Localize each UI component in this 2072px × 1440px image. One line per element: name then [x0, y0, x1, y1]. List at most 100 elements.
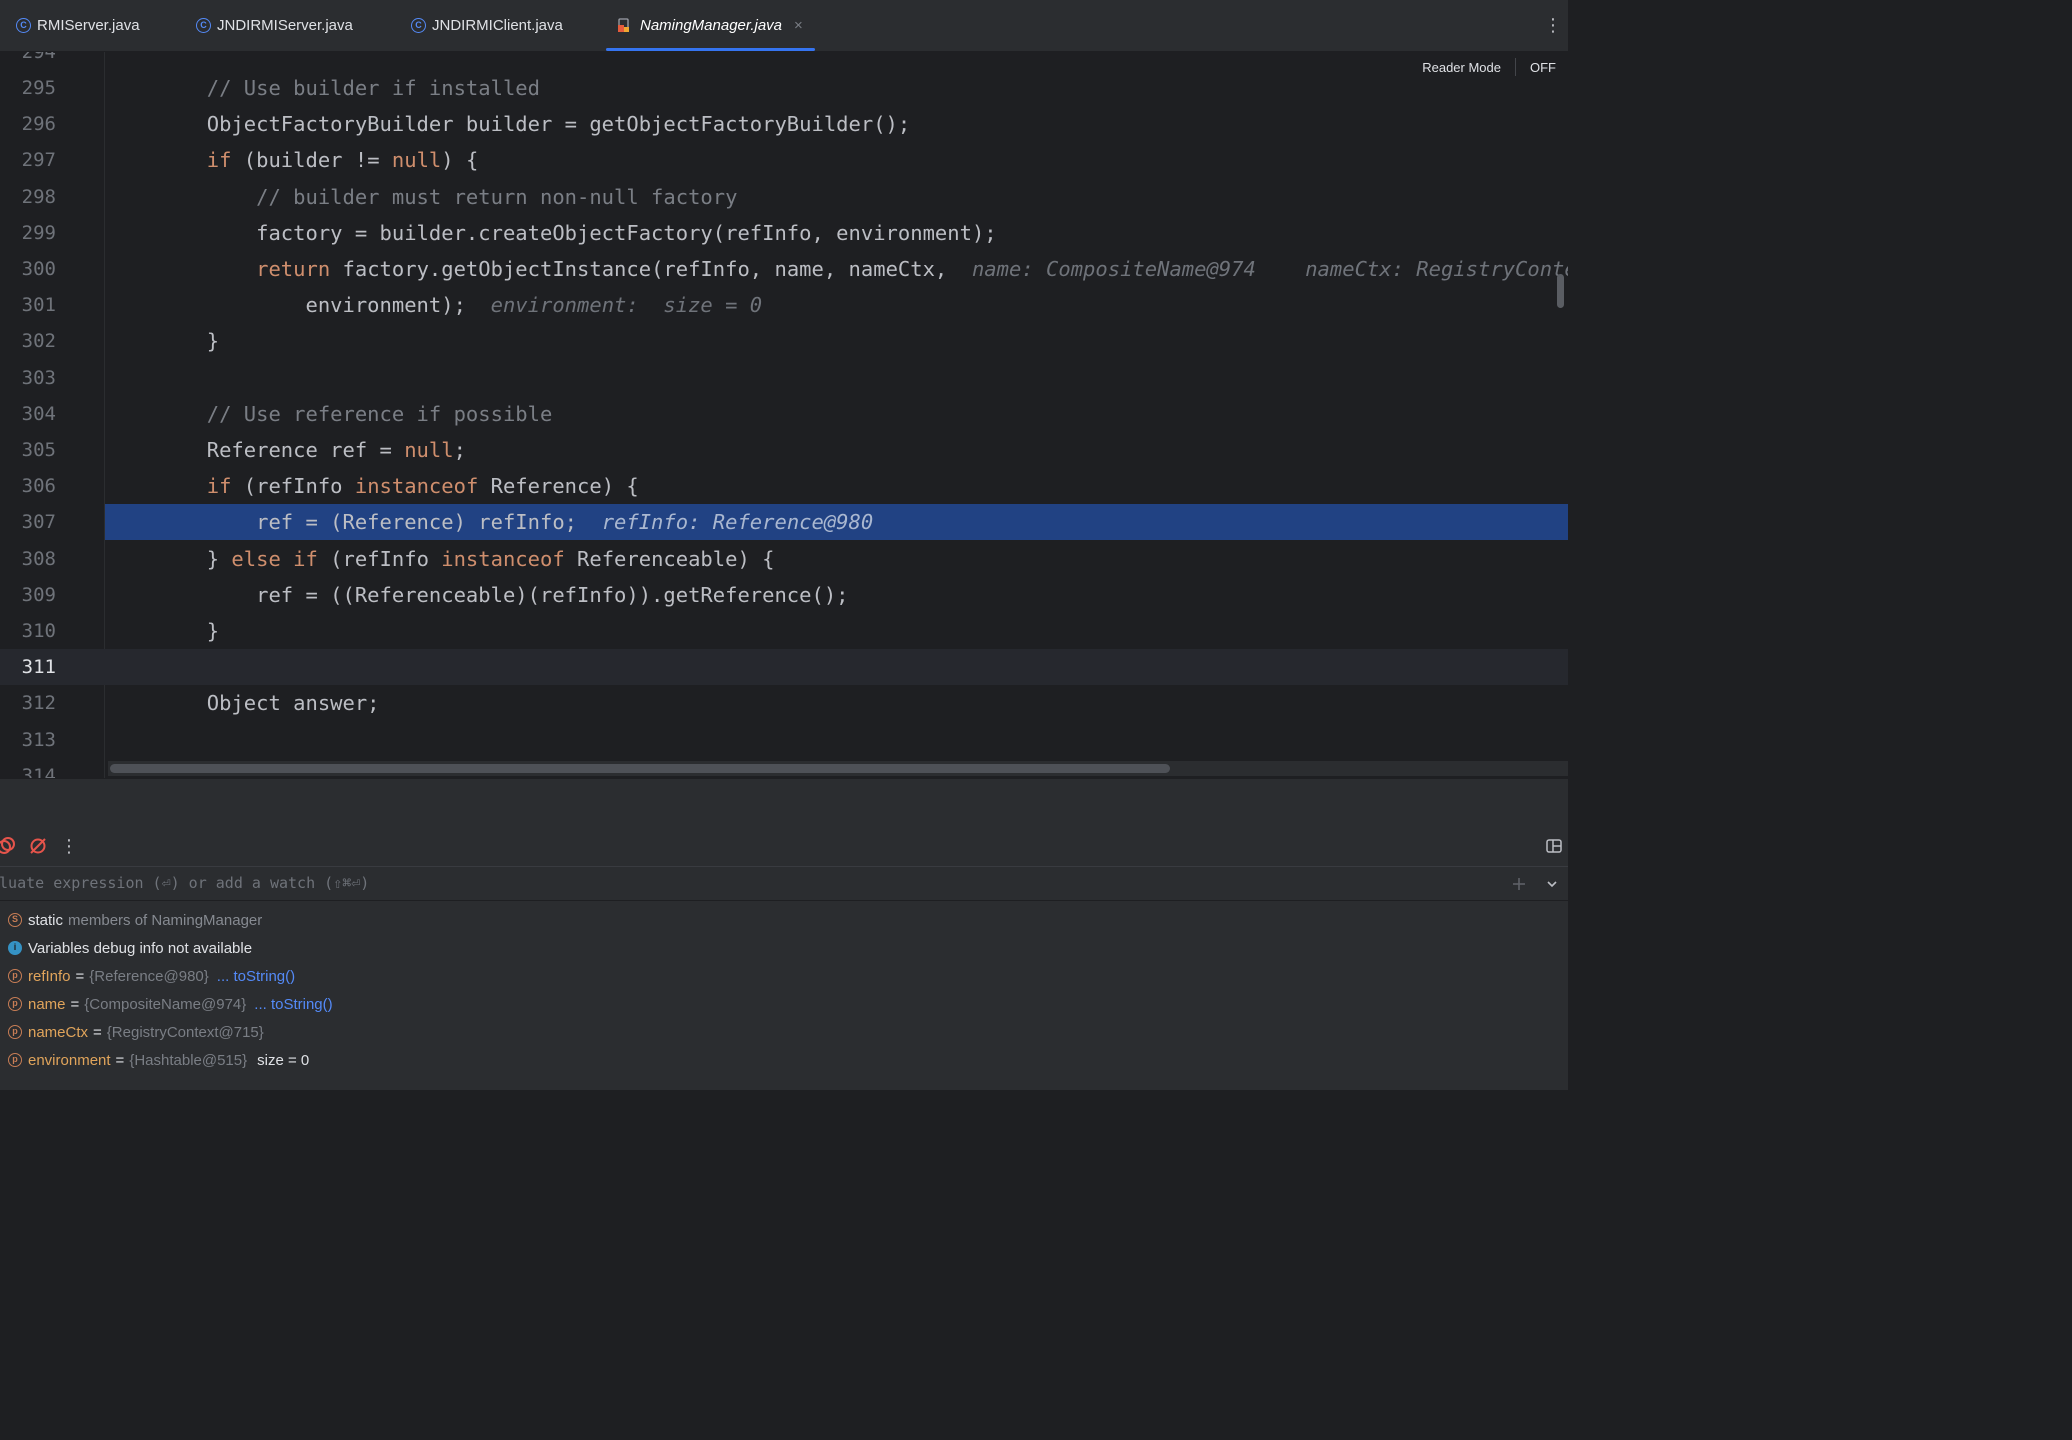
static-badge-icon: S	[8, 913, 22, 927]
code-editor[interactable]: 294 295 // Use builder if installed 296 O…	[0, 52, 1568, 778]
line-number[interactable]: 296	[0, 106, 56, 142]
variable-name: nameCtx	[28, 1023, 89, 1041]
line-number[interactable]: 311	[0, 649, 56, 685]
more-icon[interactable]: ⋮	[59, 836, 79, 856]
code-line[interactable]: 306 if (refInfo instanceof Reference) {	[0, 468, 1568, 504]
code-line[interactable]: 302 }	[0, 323, 1568, 359]
line-number[interactable]: 299	[0, 215, 56, 251]
code-line[interactable]: 298 // builder must return non-null fact…	[0, 179, 1568, 215]
line-number[interactable]: 308	[0, 541, 56, 577]
code-text[interactable]: }	[108, 613, 1568, 649]
code-text[interactable]: // Use reference if possible	[108, 396, 1568, 432]
variable-namectx[interactable]: p nameCtx = {RegistryContext@715}	[8, 1018, 264, 1046]
code-text[interactable]: // builder must return non-null factory	[108, 179, 1568, 215]
line-number[interactable]: 313	[0, 722, 56, 758]
code-line[interactable]: 307 ref = (Reference) refInfo; refInfo: …	[0, 504, 1568, 541]
line-number[interactable]: 304	[0, 396, 56, 432]
code-text[interactable]: return factory.getObjectInstance(refInfo…	[108, 251, 1568, 287]
line-number[interactable]: 302	[0, 323, 56, 359]
code-keyword: instanceof	[441, 546, 565, 571]
line-number[interactable]: 303	[0, 360, 56, 396]
code-line[interactable]: 303	[0, 360, 1568, 396]
line-number[interactable]: 310	[0, 613, 56, 649]
code-comment: // Use reference if possible	[108, 401, 553, 426]
horizontal-scrollbar[interactable]	[110, 764, 1170, 773]
inline-debug-hint: refInfo: Reference@980	[601, 510, 874, 535]
code-token: factory.getObjectInstance(refInfo, name,…	[330, 257, 972, 281]
code-text[interactable]: ref = ((Referenceable)(refInfo)).getRefe…	[108, 577, 1568, 613]
code-text[interactable]: factory = builder.createObjectFactory(re…	[108, 215, 1568, 251]
line-number[interactable]: 301	[0, 287, 56, 323]
variable-value: {Reference@980}	[89, 967, 209, 985]
code-text[interactable]: Reference ref = null;	[108, 432, 1568, 468]
code-text[interactable]: environment); environment: size = 0	[108, 287, 1568, 323]
code-line[interactable]: 304 // Use reference if possible	[0, 396, 1568, 432]
code-token: ) {	[441, 148, 479, 173]
vertical-scrollbar[interactable]	[1557, 274, 1564, 308]
line-number[interactable]: 298	[0, 179, 56, 215]
code-line[interactable]: 295 // Use builder if installed	[0, 70, 1568, 106]
info-message-text: Variables debug info not available	[28, 939, 253, 957]
tostring-link[interactable]: ... toString()	[217, 968, 295, 985]
code-token: environment);	[108, 293, 491, 318]
variable-name: environment	[28, 1051, 111, 1069]
variable-environment[interactable]: p environment = {Hashtable@515} size = 0	[8, 1046, 309, 1074]
close-tab-icon[interactable]: ×	[794, 17, 803, 34]
line-number[interactable]: 312	[0, 685, 56, 721]
reader-mode-control[interactable]: Reader Mode OFF	[1422, 58, 1556, 76]
code-text[interactable]: Object answer;	[108, 685, 1568, 721]
code-keyword: else if	[231, 546, 318, 571]
tab-rmiserver[interactable]: C RMIServer.java	[16, 0, 140, 51]
tab-jndirmiclient[interactable]: C JNDIRMIClient.java	[411, 0, 563, 51]
more-tabs-icon[interactable]: ⋮	[1544, 14, 1562, 36]
code-text[interactable]: if (builder != null) {	[108, 142, 1568, 178]
variable-name-param[interactable]: p name = {CompositeName@974} ... toStrin…	[8, 990, 333, 1018]
code-text[interactable]	[108, 360, 1568, 396]
code-text[interactable]: }	[108, 323, 1568, 359]
variable-refinfo[interactable]: p refInfo = {Reference@980} ... toString…	[8, 962, 295, 990]
code-line[interactable]: 299 factory = builder.createObjectFactor…	[0, 215, 1568, 251]
code-text[interactable]: ObjectFactoryBuilder builder = getObject…	[108, 106, 1568, 142]
code-text[interactable]: if (refInfo instanceof Reference) {	[108, 468, 1568, 504]
line-number[interactable]: 305	[0, 432, 56, 468]
reader-mode-state[interactable]: OFF	[1530, 60, 1556, 75]
tab-jndirmiserver[interactable]: C JNDIRMIServer.java	[196, 0, 353, 51]
variable-name: static	[28, 911, 64, 929]
code-line[interactable]: 296 ObjectFactoryBuilder builder = getOb…	[0, 106, 1568, 142]
code-text[interactable]: } else if (refInfo instanceof Referencea…	[108, 541, 1568, 577]
line-number[interactable]: 309	[0, 577, 56, 613]
chevron-down-icon[interactable]	[1544, 876, 1560, 892]
tab-namingmanager[interactable]: NamingManager.java ×	[606, 0, 815, 51]
evaluate-expression-placeholder: aluate expression (⏎) or add a watch (⇧⌘…	[0, 874, 370, 892]
mute-breakpoints-icon[interactable]	[0, 836, 16, 856]
layout-icon[interactable]	[1544, 836, 1564, 856]
line-number[interactable]: 307	[0, 504, 56, 540]
line-number[interactable]: 295	[0, 70, 56, 106]
code-text[interactable]	[108, 649, 1568, 685]
code-line[interactable]: 297 if (builder != null) {	[0, 142, 1568, 178]
tostring-link[interactable]: ... toString()	[254, 996, 332, 1013]
variable-value: {CompositeName@974}	[84, 995, 247, 1013]
code-line[interactable]: 311	[0, 649, 1568, 686]
code-text[interactable]: ref = (Reference) refInfo; refInfo: Refe…	[105, 504, 1568, 541]
evaluate-expression-field[interactable]: aluate expression (⏎) or add a watch (⇧⌘…	[0, 867, 1568, 901]
line-number[interactable]: 306	[0, 468, 56, 504]
line-number[interactable]: 300	[0, 251, 56, 287]
parameter-badge-icon: p	[8, 1025, 22, 1039]
code-line[interactable]: 310 }	[0, 613, 1568, 649]
code-text[interactable]	[108, 722, 1568, 758]
code-line[interactable]: 313	[0, 722, 1568, 758]
code-line[interactable]: 301 environment); environment: size = 0	[0, 287, 1568, 323]
reader-mode-label[interactable]: Reader Mode	[1422, 60, 1501, 75]
disable-breakpoints-icon[interactable]	[28, 836, 48, 856]
add-watch-icon[interactable]	[1510, 875, 1528, 893]
code-token: (builder !=	[231, 148, 392, 173]
code-line[interactable]: 308 } else if (refInfo instanceof Refere…	[0, 541, 1568, 577]
code-text[interactable]: // Use builder if installed	[108, 70, 1568, 106]
code-line[interactable]: 300 return factory.getObjectInstance(ref…	[0, 251, 1568, 287]
line-number[interactable]: 297	[0, 142, 56, 178]
code-line[interactable]: 309 ref = ((Referenceable)(refInfo)).get…	[0, 577, 1568, 613]
code-line[interactable]: 305 Reference ref = null;	[0, 432, 1568, 468]
variable-static-members[interactable]: S static members of NamingManager	[8, 906, 262, 934]
code-line[interactable]: 312 Object answer;	[0, 685, 1568, 721]
